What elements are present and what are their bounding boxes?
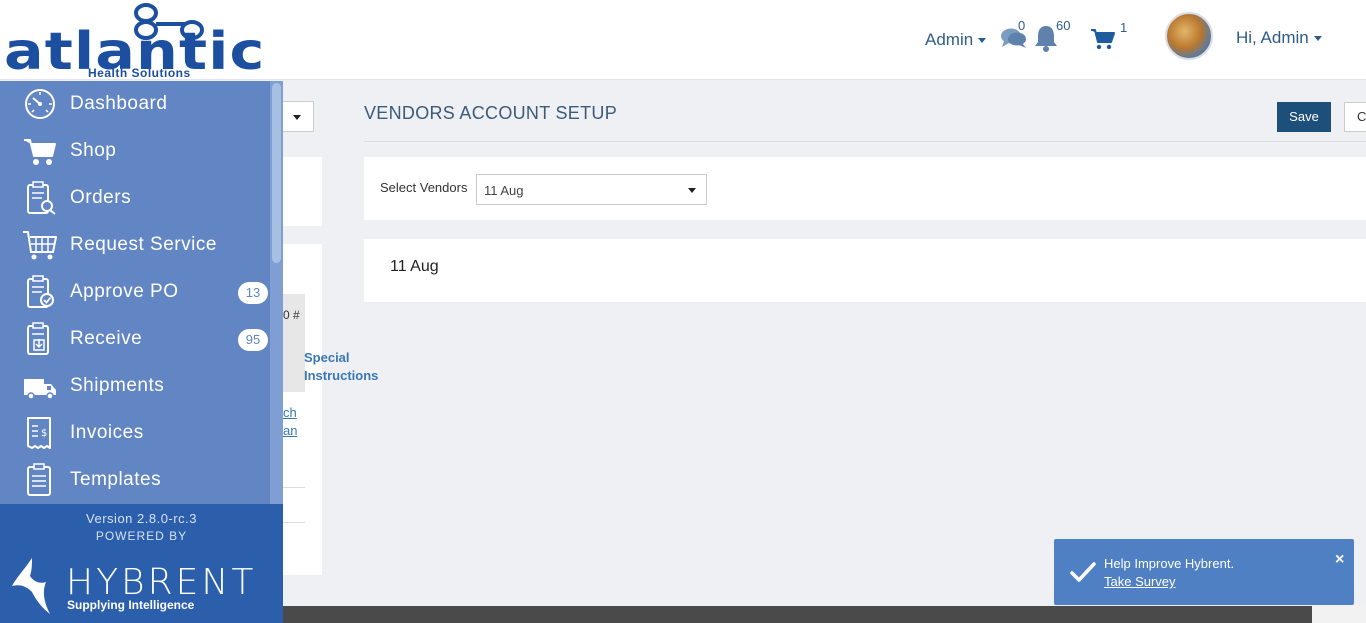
svg-text:$: $ xyxy=(41,428,47,439)
sidebar-scrollbar-thumb[interactable] xyxy=(272,83,281,263)
cart-icon[interactable] xyxy=(1090,28,1116,50)
user-menu[interactable]: Hi, Admin xyxy=(1236,28,1322,48)
invoice-icon: $ xyxy=(27,417,51,449)
title-divider xyxy=(364,141,1366,142)
page-title: VENDORS ACCOUNT SETUP xyxy=(364,103,618,123)
cancel-button[interactable]: C xyxy=(1344,102,1366,132)
request-service-icon xyxy=(23,231,57,260)
cart-count: 1 xyxy=(1120,20,1128,35)
top-header: atlantic Health Solutions Admin 0 60 1 H… xyxy=(0,0,1366,80)
truck-icon xyxy=(24,379,56,400)
sidebar-item-label: Shipments xyxy=(70,375,165,396)
orders-clipboard-icon xyxy=(27,181,56,215)
powered-by-label: POWERED BY xyxy=(95,529,188,543)
hybrent-tagline: Supplying Intelligence xyxy=(67,598,195,612)
app-version: Version 2.8.0-rc.3 xyxy=(86,511,197,526)
select-vendors-label: Select Vendors xyxy=(380,180,468,195)
underlying-select[interactable] xyxy=(283,101,314,132)
chevron-down-icon xyxy=(978,38,987,44)
vendor-select-card: Select Vendors 11 Aug xyxy=(364,157,1366,220)
vendor-name-card: 11 Aug xyxy=(364,239,1366,302)
vendor-select[interactable]: 11 Aug xyxy=(476,174,707,205)
receive-count-badge: 95 xyxy=(238,329,268,351)
underlying-link-line1: ch xyxy=(283,405,297,420)
admin-dropdown-label: Admin xyxy=(925,30,974,49)
special-instructions-line1: Special xyxy=(304,350,350,365)
sidebar-item-invoices[interactable]: $ Invoices xyxy=(0,410,270,456)
chevron-down-icon xyxy=(688,188,696,193)
underlying-link[interactable]: ch an xyxy=(283,404,297,440)
logo-tagline: Health Solutions xyxy=(88,66,191,80)
take-survey-link[interactable]: Take Survey xyxy=(1104,574,1176,589)
toast-message: Help Improve Hybrent. xyxy=(1104,556,1235,571)
sidebar-item-label: Dashboard xyxy=(70,93,168,114)
special-instructions-header: Special Instructions xyxy=(304,349,378,385)
vendor-name: 11 Aug xyxy=(390,258,439,275)
special-instructions-line2: Instructions xyxy=(304,368,379,383)
chevron-down-icon xyxy=(1313,36,1322,42)
sidebar-item-request-service[interactable]: Request Service xyxy=(0,222,270,268)
template-clipboard-icon xyxy=(27,463,51,496)
save-button[interactable]: Save xyxy=(1277,102,1331,132)
sidebar-item-approve-po[interactable]: Approve PO 13 xyxy=(0,269,270,315)
sidebar-item-label: Approve PO xyxy=(70,281,179,302)
sidebar-item-dashboard[interactable]: Dashboard xyxy=(0,81,270,127)
chevron-down-icon xyxy=(293,115,301,120)
sidebar-item-shipments[interactable]: Shipments xyxy=(0,363,270,409)
sidebar-item-shop[interactable]: Shop xyxy=(0,128,270,174)
sidebar-item-templates[interactable]: Templates xyxy=(0,457,270,503)
cart-icon xyxy=(24,139,56,165)
survey-toast: Help Improve Hybrent. Take Survey × xyxy=(1054,539,1354,605)
sidebar-footer: Version 2.8.0-rc.3 POWERED BY HYBRENT Su… xyxy=(0,504,283,623)
atlantic-logo[interactable]: atlantic Health Solutions xyxy=(4,2,284,80)
messages-count: 0 xyxy=(1018,18,1026,33)
dashboard-icon xyxy=(25,89,55,119)
avatar[interactable] xyxy=(1165,12,1213,60)
divider xyxy=(283,522,305,523)
bottom-corner xyxy=(1312,606,1366,623)
sidebar-item-label: Receive xyxy=(70,328,143,349)
underlying-card xyxy=(283,157,322,226)
bottom-bar xyxy=(283,606,1366,623)
sidebar-item-label: Orders xyxy=(70,187,132,208)
hybrent-logo: HYBRENT xyxy=(66,562,257,603)
close-icon[interactable]: × xyxy=(1335,551,1344,569)
user-greeting: Hi, Admin xyxy=(1236,28,1309,47)
checkmark-icon xyxy=(1070,562,1096,582)
sidebar-item-receive[interactable]: Receive 95 xyxy=(0,316,270,362)
sidebar-item-orders[interactable]: Orders xyxy=(0,175,270,221)
vendor-select-value: 11 Aug xyxy=(484,183,524,198)
underlying-link-line2: an xyxy=(283,423,298,438)
receive-clipboard-icon xyxy=(27,322,49,355)
approve-po-count-badge: 13 xyxy=(238,282,268,304)
sidebar-item-label: Request Service xyxy=(70,234,217,255)
admin-dropdown[interactable]: Admin xyxy=(925,30,987,50)
notifications-count: 60 xyxy=(1056,18,1071,33)
sidebar-item-label: Invoices xyxy=(70,422,144,443)
sidebar-item-label: Shop xyxy=(70,140,117,161)
sidebar-item-label: Templates xyxy=(70,469,162,490)
approve-clipboard-icon xyxy=(27,275,54,308)
divider xyxy=(283,487,305,488)
hybrent-bird-icon xyxy=(12,558,50,614)
underlying-po-header: 0 # xyxy=(283,308,300,322)
